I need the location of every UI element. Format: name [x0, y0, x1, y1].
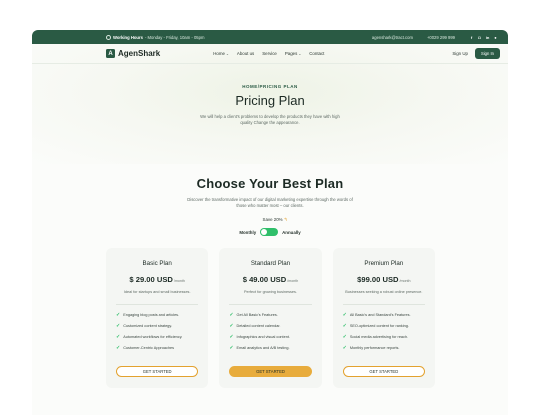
clock-icon [106, 34, 111, 40]
phone-link[interactable]: +0029 299 999 [427, 35, 455, 40]
sign-up-link[interactable]: Sign Up [452, 51, 468, 56]
divider [229, 304, 312, 305]
nav-menu: Home⌄ About us Service Pages⌄ Contact [213, 51, 324, 56]
plan-price: $ 49.00 USD/month [242, 275, 299, 284]
feature-item: ✓ Engaging blog posts and articles. [116, 311, 180, 318]
get-started-button[interactable]: GET STARTED [116, 366, 199, 377]
check-icon: ✓ [116, 333, 121, 340]
check-icon: ✓ [229, 344, 234, 351]
feature-item: ✓ Social media advertising for reach. [342, 333, 409, 340]
main-nav: A AgenShark Home⌄ About us Service Pages… [32, 44, 508, 64]
logo-text: AgenShark [118, 49, 161, 58]
nav-item-pages[interactable]: Pages⌄ [285, 51, 301, 56]
feature-item: ✓ Get All Basic's Features. [229, 311, 278, 318]
working-hours: Working Hours - Monday - Friday, 10am - … [106, 34, 205, 40]
feature-item: ✓ SEO-optimized content for ranking. [342, 322, 409, 329]
check-icon: ✓ [342, 311, 347, 318]
feature-item: ✓ Customized content strategy. [116, 322, 173, 329]
check-icon: ✓ [229, 322, 234, 329]
plans-section: Choose Your Best Plan Discover the trans… [32, 176, 508, 236]
section-subtitle: Discover the transformative impact of ou… [187, 197, 353, 208]
breadcrumb: HOME/PRICING PLAN [242, 84, 298, 89]
plan-price: $ 29.00 USD/month [129, 275, 185, 284]
check-icon: ✓ [342, 333, 347, 340]
toggle-label-monthly[interactable]: Monthly [239, 230, 256, 235]
billing-toggle[interactable] [260, 228, 279, 236]
logo-icon: A [106, 49, 115, 58]
feature-list: ✓ Get All Basic's Features. ✓ Detailed con… [229, 311, 311, 351]
feature-item: ✓ Email analytics and A/B testing. [229, 344, 290, 351]
chevron-down-icon: ⌄ [225, 52, 229, 56]
section-title: Choose Your Best Plan [196, 176, 344, 191]
plan-description: Ideal for startups and small businesses. [123, 290, 191, 294]
hero-subtitle: We will help a client's problems to deve… [200, 114, 340, 125]
billing-toggle-row: Monthly Annually [32, 228, 508, 236]
logo[interactable]: A AgenShark [106, 49, 160, 58]
nav-item-home[interactable]: Home⌄ [213, 51, 229, 56]
nav-item-service[interactable]: Service [262, 51, 277, 56]
divider [342, 304, 425, 305]
top-info-bar: Working Hours - Monday - Friday, 10am - … [32, 30, 508, 44]
working-hours-value: - Monday - Friday, 10am - 05pm [144, 34, 205, 40]
feature-item: ✓ Detailed content calendar. [229, 322, 281, 329]
feature-item: ✓ All Basic's and Standard's Features. [342, 311, 411, 318]
check-icon: ✓ [116, 322, 121, 329]
feature-item: ✓ Monthly performance reports. [342, 344, 400, 351]
check-icon: ✓ [342, 344, 347, 351]
curved-arrow-icon: ↰ [283, 217, 288, 222]
plan-name: Premium Plan [364, 260, 404, 267]
page-title: Pricing Plan [235, 93, 305, 108]
pinterest-icon[interactable]: ● [493, 35, 498, 40]
chevron-down-icon: ⌄ [298, 52, 302, 56]
plan-name: Basic Plan [142, 260, 172, 267]
toggle-label-annually[interactable]: Annually [282, 230, 301, 235]
get-started-button[interactable]: GET STARTED [342, 366, 425, 377]
check-icon: ✓ [342, 322, 347, 329]
feature-item: ✓ Automated workflows for efficiency. [116, 333, 183, 340]
linkedin-icon[interactable]: in [485, 35, 490, 40]
toggle-knob [261, 229, 268, 235]
get-started-button[interactable]: GET STARTED [229, 366, 312, 377]
pricing-cards: Basic Plan $ 29.00 USD/month Ideal for s… [106, 248, 435, 388]
plan-card-standard: Standard Plan $ 49.00 USD/month Perfect … [219, 248, 322, 388]
plan-card-premium: Premium Plan $99.00 USD/month Businesses… [332, 248, 435, 388]
check-icon: ✓ [116, 344, 121, 351]
check-icon: ✓ [229, 333, 234, 340]
plan-description: Perfect for growing businesses. [244, 290, 297, 294]
check-icon: ✓ [229, 311, 234, 318]
instagram-icon[interactable]: ◘ [477, 35, 482, 40]
feature-list: ✓ All Basic's and Standard's Features. ✓ S… [342, 311, 425, 351]
feature-list: ✓ Engaging blog posts and articles. ✓ Cust… [116, 311, 198, 351]
hero-section: A AgenShark Home⌄ About us Service Pages… [32, 44, 508, 164]
nav-item-about[interactable]: About us [237, 51, 254, 56]
working-hours-label: Working Hours [113, 34, 143, 40]
plan-card-basic: Basic Plan $ 29.00 USD/month Ideal for s… [106, 248, 209, 388]
page-frame: Working Hours - Monday - Friday, 10am - … [32, 30, 508, 415]
plan-name: Standard Plan [250, 260, 291, 267]
divider [116, 304, 199, 305]
social-links: f ◘ in ● [469, 35, 498, 40]
feature-item: ✓ Customer-Centric Approaches [116, 344, 175, 351]
save-badge: Save 20% ↰ [262, 217, 288, 222]
feature-item: ✓ Infographics and visual content. [229, 333, 290, 340]
plan-price: $99.00 USD/month [357, 275, 411, 284]
nav-item-contact[interactable]: Contact [309, 51, 324, 56]
check-icon: ✓ [116, 311, 121, 318]
email-link[interactable]: agenshark@tract.com [372, 35, 413, 40]
facebook-icon[interactable]: f [469, 35, 474, 40]
sign-in-button[interactable]: Sign In [474, 48, 500, 59]
plan-description: Businesses seeking a robust online prese… [345, 290, 423, 294]
